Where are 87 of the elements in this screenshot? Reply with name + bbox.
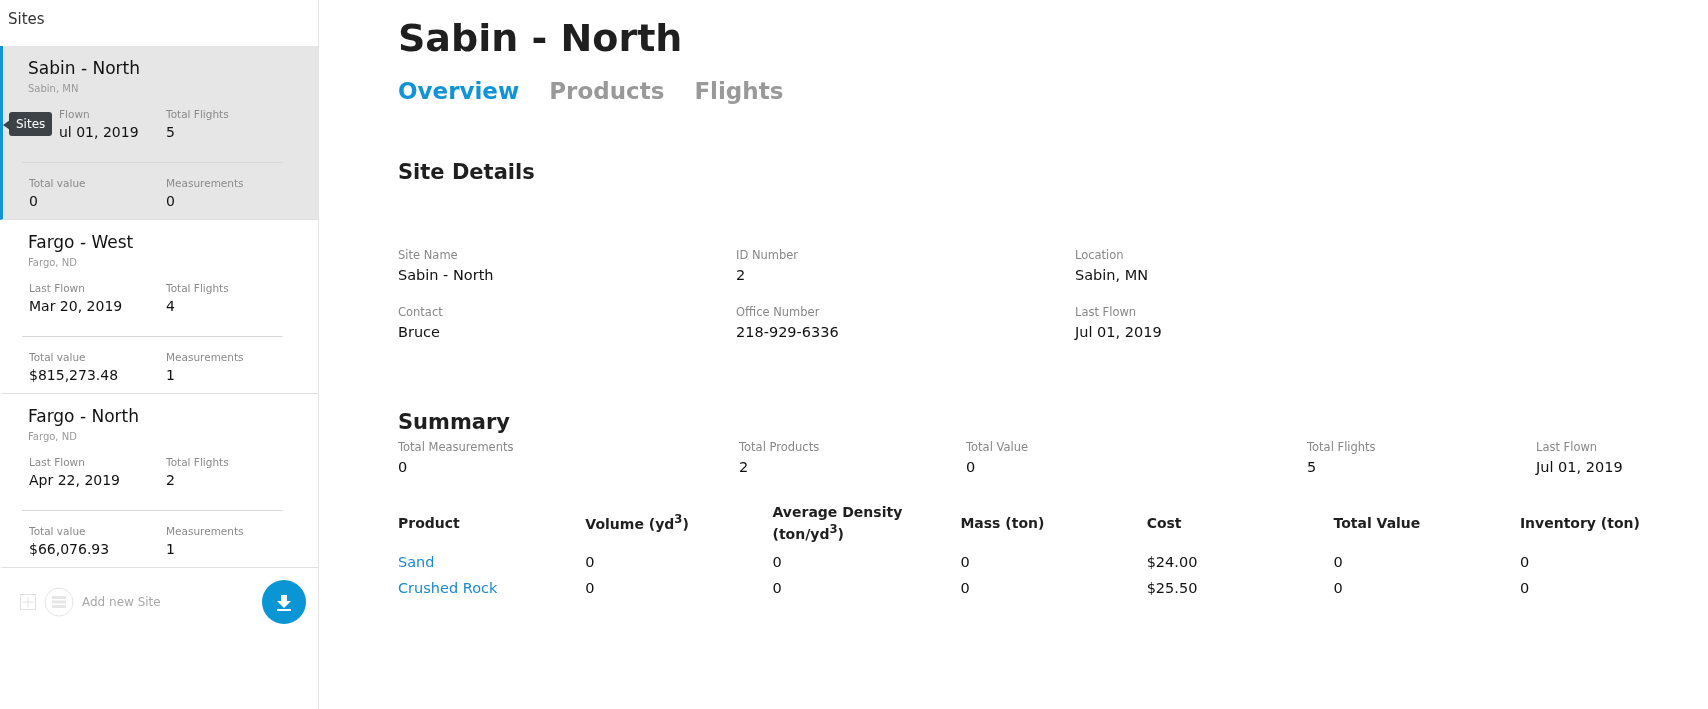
stat-label: Total Flights xyxy=(166,282,230,294)
table-cell-text: $25.50 xyxy=(1146,579,1199,599)
field-value: Sabin - North xyxy=(398,267,495,283)
site-card[interactable]: Sabin - North Sabin, MN Flown ul 01, 2019 Total Flights 5 Total value 0 Measurements 0 Sites xyxy=(0,46,318,220)
tab[interactable]: Overview xyxy=(398,78,520,104)
column-header: Mass (ton) xyxy=(960,503,1147,552)
field-label: Office Number xyxy=(736,305,821,319)
summary-value: 2 xyxy=(739,459,750,475)
stat-value: 0 xyxy=(29,193,39,209)
stat-value: 1 xyxy=(166,541,176,557)
add-icon[interactable] xyxy=(20,594,36,610)
field-label: Contact xyxy=(398,305,444,319)
table-cell-text: 0 xyxy=(1333,579,1344,599)
summary-label: Last Flown xyxy=(1536,440,1599,454)
site-name: Fargo - West xyxy=(28,232,135,252)
table-cell-text: 0 xyxy=(772,553,783,573)
field-label: Location xyxy=(1075,248,1125,262)
field-value: 2 xyxy=(736,267,747,283)
column-header: Product xyxy=(398,503,586,552)
tab[interactable]: Products xyxy=(549,78,665,104)
table-cell: 0 xyxy=(585,577,773,604)
add-site-label: Add new Site xyxy=(82,595,162,609)
field-value: 218-929-6336 xyxy=(736,324,840,340)
site-location: Fargo, ND xyxy=(28,431,78,442)
site-name: Sabin - North xyxy=(28,58,141,78)
column-header: Average Density (ton/yd$^{3}$) xyxy=(772,503,904,544)
field-value: Jul 01, 2019 xyxy=(1075,324,1163,340)
list-icon[interactable] xyxy=(44,587,74,617)
stat-value: Mar 20, 2019 xyxy=(29,298,124,314)
field-label: ID Number xyxy=(736,248,800,262)
stat-value: 5 xyxy=(166,124,176,140)
stat-label: Last Flown xyxy=(29,282,86,294)
table-cell-text: $24.00 xyxy=(1146,553,1199,573)
download-icon xyxy=(275,593,293,611)
stat-value: 1 xyxy=(166,367,176,383)
stat-label: Flown xyxy=(59,108,91,120)
stat-value: $815,273.48 xyxy=(29,367,120,383)
stat-value: 0 xyxy=(166,193,176,209)
site-location: Sabin, MN xyxy=(28,83,80,94)
field-value: Bruce xyxy=(398,324,441,340)
stat-label: Total value xyxy=(29,351,87,363)
table-cell: 0 xyxy=(960,551,1147,578)
stat-label: Total Flights xyxy=(166,108,230,120)
stat-value: 4 xyxy=(166,298,176,314)
column-header: Total Value xyxy=(1333,513,1422,533)
site-location: Fargo, ND xyxy=(28,257,78,268)
stat-label: Measurements xyxy=(166,351,245,363)
table-cell-text: 0 xyxy=(1333,553,1344,573)
stat-label: Measurements xyxy=(166,525,245,537)
summary-value: 0 xyxy=(398,459,409,475)
column-header: Volume (yd$^{3}$) xyxy=(585,503,773,552)
stat-value: $66,076.93 xyxy=(29,541,111,557)
summary-value: Jul 01, 2019 xyxy=(1536,459,1624,475)
table-cell-text: 0 xyxy=(772,579,783,599)
summary-label: Total Measurements xyxy=(398,440,515,454)
table-cell: 0 xyxy=(585,551,773,578)
field-value: Sabin, MN xyxy=(1075,267,1150,283)
table-cell: 0 xyxy=(960,577,1147,604)
section-heading: Summary xyxy=(398,410,512,434)
summary-value: 0 xyxy=(966,459,977,475)
tab[interactable]: Flights xyxy=(694,78,784,104)
stat-label: Total value xyxy=(29,177,87,189)
product-link[interactable]: Sand xyxy=(398,554,435,571)
column-header: Inventory (ton) xyxy=(1519,513,1641,533)
stat-label: Total Flights xyxy=(166,456,230,468)
field-label: Last Flown xyxy=(1075,305,1138,319)
stat-value: 2 xyxy=(166,472,176,488)
site-name: Fargo - North xyxy=(28,406,140,426)
summary-label: Total Flights xyxy=(1307,440,1377,454)
stat-value: Apr 22, 2019 xyxy=(29,472,121,488)
download-button[interactable] xyxy=(262,580,306,624)
table-cell-text: 0 xyxy=(1519,579,1531,599)
field-label: Site Name xyxy=(398,248,459,262)
stat-value: ul 01, 2019 xyxy=(59,124,140,140)
table-cell-text: 0 xyxy=(1519,553,1531,573)
sidebar-title: Sites xyxy=(7,9,46,30)
page-title: Sabin - North xyxy=(398,16,684,60)
stat-label: Measurements xyxy=(166,177,245,189)
tooltip: Sites xyxy=(9,112,53,136)
product-link[interactable]: Crushed Rock xyxy=(398,580,498,597)
stat-label: Last Flown xyxy=(29,456,86,468)
column-header: Cost xyxy=(1146,503,1334,552)
stat-label: Total value xyxy=(29,525,87,537)
summary-value: 5 xyxy=(1307,459,1318,475)
summary-label: Total Value xyxy=(966,440,1030,454)
section-heading: Site Details xyxy=(398,160,536,184)
summary-label: Total Products xyxy=(739,440,821,454)
